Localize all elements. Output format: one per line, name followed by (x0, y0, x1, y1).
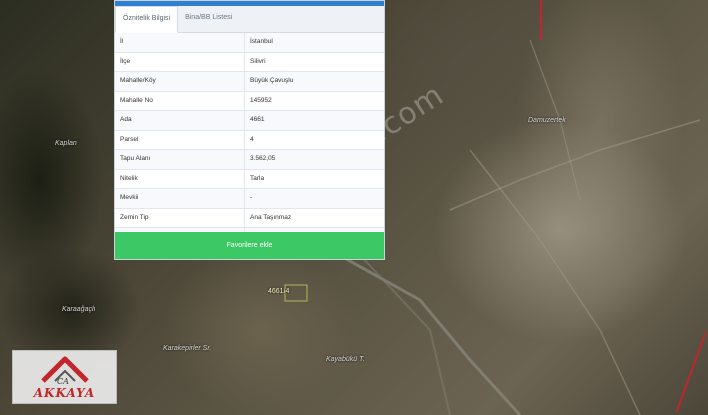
table-row: İl İstanbul (115, 33, 384, 53)
table-row: Tapu Alanı 3.562,05 (115, 150, 384, 170)
map-label-karakepirler: Karakepirler Sr. (163, 345, 212, 352)
row-value: İstanbul (250, 38, 273, 45)
row-value: Tarla (250, 174, 265, 182)
map-label-village: Damuzertek (528, 117, 566, 124)
row-key: İl (115, 33, 245, 52)
table-row: Nitelik Tarla (115, 169, 384, 189)
row-value: 145952 (250, 96, 272, 104)
row-value: 4 (250, 135, 254, 143)
map-label-left: Kaplan (55, 140, 77, 147)
row-key: Nitelik (115, 169, 245, 188)
row-key: Mevkii (115, 189, 245, 208)
row-key: İlçe (115, 52, 245, 71)
svg-text:CA: CA (57, 377, 69, 386)
parcel-label: 4661/4 (268, 288, 290, 295)
house-roof-logo-icon: CA (41, 356, 89, 386)
table-row: İlçe Silivri (115, 52, 384, 72)
row-key: Zemin Tip (115, 208, 245, 227)
boundary-line (540, 0, 542, 40)
tab-building-list[interactable]: Bina/BB Listesi (178, 6, 239, 32)
parcel-info-panel: Öznitelik Bilgisi Bina/BB Listesi İl İsta… (114, 0, 385, 260)
row-key: Tapu Alanı (115, 150, 245, 169)
row-key: Parsel (115, 130, 245, 149)
attribute-table: İl İstanbul İlçe Silivri Mahalle/Köy Büyük … (115, 33, 384, 248)
table-row: Mevkii - (115, 189, 384, 209)
table-row: Zemin Tip Ana Taşınmaz (115, 208, 384, 228)
row-value: 3.562,05 (250, 155, 276, 162)
table-row: Mahalle No 145952 (115, 91, 384, 111)
akkaya-logo: CA AKKAYA (12, 350, 117, 404)
row-value: - (250, 194, 253, 201)
map-label-kayabuku: Kayabükü T. (326, 356, 365, 363)
row-key: Mahalle No (115, 91, 245, 110)
row-key: Ada (115, 111, 245, 130)
row-value: Büyük Çavuşlu (250, 77, 294, 84)
row-value: Ana Taşınmaz (250, 213, 292, 221)
logo-text: AKKAYA (33, 386, 96, 400)
table-row: Parsel 4 (115, 130, 384, 150)
row-value: Silivri (250, 57, 266, 65)
table-row: Mahalle/Köy Büyük Çavuşlu (115, 72, 384, 92)
row-key: Mahalle/Köy (115, 72, 245, 91)
row-value: 4661 (250, 116, 265, 123)
table-row: Ada 4661 (115, 111, 384, 131)
map-label-karaagacli: Karaağaçlı (62, 306, 96, 313)
panel-tabs: Öznitelik Bilgisi Bina/BB Listesi (115, 6, 384, 33)
add-to-favorites-button[interactable]: Favorilere ekle (115, 232, 384, 259)
tab-attribute-info[interactable]: Öznitelik Bilgisi (115, 6, 179, 33)
